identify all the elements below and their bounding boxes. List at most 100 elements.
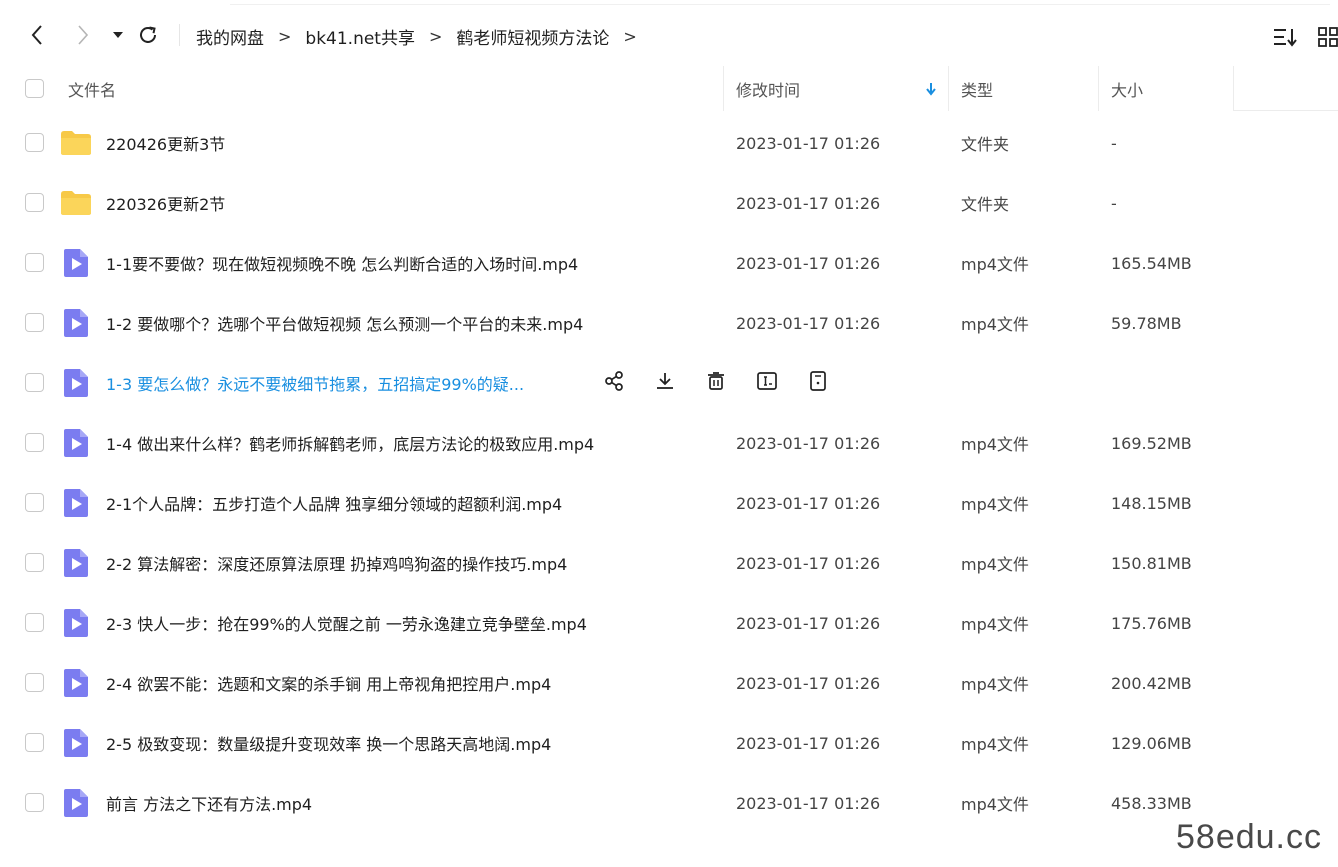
file-type: mp4文件 <box>961 795 1029 814</box>
file-row[interactable]: 220426更新3节 2023-01-17 01:26 文件夹 - <box>0 113 1338 173</box>
breadcrumb-separator: > <box>623 26 637 46</box>
toolbar: 我的网盘 > bk41.net共享 > 鹤老师短视频方法论 > <box>0 14 1338 58</box>
file-name[interactable]: 2-1个人品牌：五步打造个人品牌 独享细分领域的超额利润.mp4 <box>106 473 562 533</box>
row-checkbox[interactable] <box>25 793 44 812</box>
column-header-size[interactable]: 大小 <box>1111 66 1143 111</box>
file-size: 59.78MB <box>1111 313 1182 333</box>
select-all-checkbox[interactable] <box>25 79 44 98</box>
file-name[interactable]: 1-1要不要做？现在做短视频晚不晚 怎么判断合适的入场时间.mp4 <box>106 233 578 293</box>
delete-icon <box>705 370 727 396</box>
grid-view-button[interactable] <box>1315 24 1338 50</box>
file-type: mp4文件 <box>961 315 1029 334</box>
breadcrumb-item-share[interactable]: bk41.net共享 <box>305 24 415 49</box>
video-file-icon <box>60 367 92 399</box>
file-name[interactable]: 1-3 要怎么做？永远不要被细节拖累，五招搞定99%的疑... <box>106 353 524 413</box>
column-header-type[interactable]: 类型 <box>961 66 993 111</box>
file-type: mp4文件 <box>961 615 1029 634</box>
file-size: - <box>1111 133 1117 153</box>
row-checkbox[interactable] <box>25 553 44 572</box>
file-modified-date: 2023-01-17 01:26 <box>736 433 881 453</box>
file-name[interactable]: 2-2 算法解密：深度还原算法原理 扔掉鸡鸣狗盗的操作技巧.mp4 <box>106 533 567 593</box>
file-name[interactable]: 220326更新2节 <box>106 173 225 233</box>
file-name[interactable]: 2-5 极致变现：数量级提升变现效率 换一个思路天高地阔.mp4 <box>106 713 551 773</box>
file-row[interactable]: 1-2 要做哪个？选哪个平台做短视频 怎么预测一个平台的未来.mp4 2023-0… <box>0 293 1338 353</box>
file-row[interactable]: 220326更新2节 2023-01-17 01:26 文件夹 - <box>0 173 1338 233</box>
header-underline <box>1234 110 1338 111</box>
delete-button[interactable] <box>702 369 730 397</box>
file-row[interactable]: 2-5 极致变现：数量级提升变现效率 换一个思路天高地阔.mp4 2023-01-… <box>0 713 1338 773</box>
chevron-left-icon <box>31 25 42 45</box>
file-row[interactable]: 2-4 欲罢不能：选题和文案的杀手锏 用上帝视角把控用户.mp4 2023-01-… <box>0 653 1338 713</box>
row-checkbox[interactable] <box>25 193 44 212</box>
file-row[interactable]: 1-4 做出来什么样？鹤老师拆解鹤老师，底层方法论的极致应用.mp4 2023-0… <box>0 413 1338 473</box>
sort-list-icon <box>1274 29 1297 47</box>
file-row[interactable]: 2-1个人品牌：五步打造个人品牌 独享细分领域的超额利润.mp4 2023-01-… <box>0 473 1338 533</box>
row-checkbox[interactable] <box>25 253 44 272</box>
refresh-icon <box>140 26 156 43</box>
file-size: 150.81MB <box>1111 553 1192 573</box>
sort-desc-icon[interactable] <box>925 66 937 111</box>
file-name[interactable]: 2-4 欲罢不能：选题和文案的杀手锏 用上帝视角把控用户.mp4 <box>106 653 551 713</box>
watermark: 58edu.cc <box>1176 818 1322 856</box>
column-header-modified[interactable]: 修改时间 <box>736 66 800 111</box>
file-row[interactable]: 前言 方法之下还有方法.mp4 2023-01-17 01:26 mp4文件 458.… <box>0 773 1338 833</box>
column-divider <box>723 66 724 111</box>
file-type: mp4文件 <box>961 555 1029 574</box>
row-checkbox[interactable] <box>25 673 44 692</box>
file-row[interactable]: 2-2 算法解密：深度还原算法原理 扔掉鸡鸣狗盗的操作技巧.mp4 2023-01… <box>0 533 1338 593</box>
column-header-name[interactable]: 文件名 <box>68 66 116 111</box>
arrow-down-icon <box>926 82 936 96</box>
rename-button[interactable] <box>753 369 781 397</box>
video-file-icon <box>60 667 92 699</box>
file-row-hovered[interactable]: 1-3 要怎么做？永远不要被细节拖累，五招搞定99%的疑... <box>0 353 1338 413</box>
back-button[interactable] <box>24 22 50 48</box>
grid-view-icon <box>1318 27 1338 47</box>
file-type: mp4文件 <box>961 675 1029 694</box>
refresh-button[interactable] <box>135 22 161 48</box>
top-divider <box>230 4 1330 5</box>
video-file-icon <box>60 787 92 819</box>
row-checkbox[interactable] <box>25 133 44 152</box>
share-icon <box>603 370 625 396</box>
toolbar-separator <box>179 24 180 46</box>
history-dropdown-button[interactable] <box>105 22 131 48</box>
file-modified-date: 2023-01-17 01:26 <box>736 733 881 753</box>
file-row[interactable]: 1-1要不要做？现在做短视频晚不晚 怎么判断合适的入场时间.mp4 2023-01… <box>0 233 1338 293</box>
file-name[interactable]: 1-2 要做哪个？选哪个平台做短视频 怎么预测一个平台的未来.mp4 <box>106 293 583 353</box>
video-file-icon <box>60 427 92 459</box>
more-info-button[interactable] <box>804 369 832 397</box>
more-info-icon <box>807 370 829 396</box>
column-divider <box>948 66 949 111</box>
breadcrumb-separator: > <box>428 26 443 46</box>
video-file-icon <box>60 487 92 519</box>
row-actions <box>600 369 855 397</box>
file-type: mp4文件 <box>961 735 1029 754</box>
breadcrumb-item-root[interactable]: 我的网盘 <box>196 24 264 49</box>
file-type: mp4文件 <box>961 255 1029 274</box>
forward-button[interactable] <box>70 22 96 48</box>
file-name[interactable]: 2-3 快人一步：抢在99%的人觉醒之前 一劳永逸建立竞争壁垒.mp4 <box>106 593 587 653</box>
row-checkbox[interactable] <box>25 373 44 392</box>
file-row[interactable]: 2-3 快人一步：抢在99%的人觉醒之前 一劳永逸建立竞争壁垒.mp4 2023-… <box>0 593 1338 653</box>
breadcrumb-item-current[interactable]: 鹤老师短视频方法论 <box>456 24 609 49</box>
breadcrumb: 我的网盘 > bk41.net共享 > 鹤老师短视频方法论 > <box>196 24 651 49</box>
row-checkbox[interactable] <box>25 433 44 452</box>
file-name[interactable]: 1-4 做出来什么样？鹤老师拆解鹤老师，底层方法论的极致应用.mp4 <box>106 413 594 473</box>
file-type: 文件夹 <box>961 195 1010 214</box>
file-modified-date: 2023-01-17 01:26 <box>736 133 881 153</box>
breadcrumb-separator: > <box>278 26 292 46</box>
download-button[interactable] <box>651 369 679 397</box>
file-modified-date: 2023-01-17 01:26 <box>736 673 881 693</box>
row-checkbox[interactable] <box>25 733 44 752</box>
file-modified-date: 2023-01-17 01:26 <box>736 493 881 513</box>
row-checkbox[interactable] <box>25 493 44 512</box>
file-size: 129.06MB <box>1111 733 1192 753</box>
file-name[interactable]: 前言 方法之下还有方法.mp4 <box>106 773 312 833</box>
sort-button[interactable] <box>1272 24 1298 50</box>
row-checkbox[interactable] <box>25 613 44 632</box>
video-file-icon <box>60 727 92 759</box>
file-name[interactable]: 220426更新3节 <box>106 113 225 173</box>
file-list-header: 文件名 修改时间 类型 大小 <box>0 66 1338 111</box>
share-button[interactable] <box>600 369 628 397</box>
row-checkbox[interactable] <box>25 313 44 332</box>
